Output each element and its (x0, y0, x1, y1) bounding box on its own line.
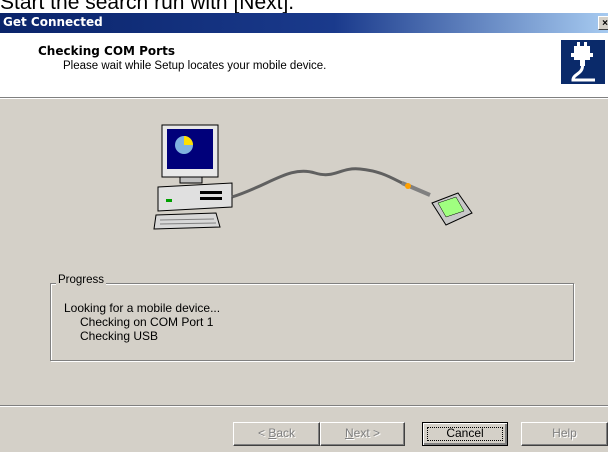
back-button-prefix: < (257, 426, 269, 440)
window-title: Get Connected (3, 15, 103, 29)
close-button[interactable]: × (598, 16, 608, 30)
title-bar: Get Connected (0, 13, 608, 33)
computer-to-device-illustration (153, 124, 473, 230)
progress-line-com-port: Checking on COM Port 1 (80, 315, 214, 329)
back-button[interactable]: < Back (233, 422, 320, 446)
next-button-label: ext > (353, 426, 381, 440)
help-button-label: Help (552, 426, 577, 440)
device-connect-icon (561, 40, 605, 84)
focus-rectangle (427, 427, 503, 441)
next-button[interactable]: Next > (320, 422, 405, 446)
close-icon: × (602, 18, 608, 29)
help-button[interactable]: Help (521, 422, 608, 446)
progress-line-usb: Checking USB (80, 329, 159, 343)
cancel-button[interactable]: Cancel (422, 422, 508, 446)
progress-legend: Progress (56, 274, 107, 286)
next-button-accelerator: N (344, 426, 354, 440)
progress-line-searching: Looking for a mobile device... (64, 301, 221, 315)
page-title: Checking COM Ports (38, 44, 175, 58)
wizard-header: Checking COM Ports Please wait while Set… (0, 33, 608, 97)
footer-separator (0, 405, 608, 407)
page-subtitle: Please wait while Setup locates your mob… (63, 60, 327, 72)
back-button-label: ack (276, 426, 296, 440)
